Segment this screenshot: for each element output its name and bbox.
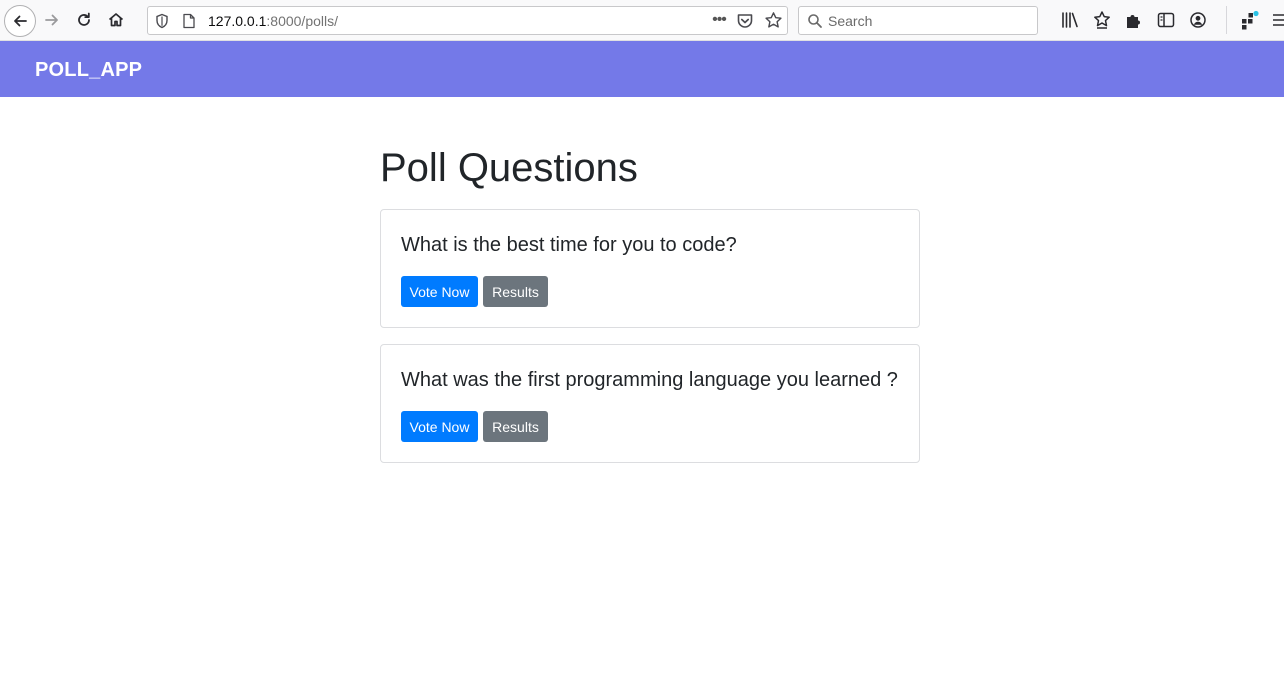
- page-actions-more-icon[interactable]: •••: [708, 10, 730, 32]
- library-icon[interactable]: [1060, 10, 1080, 30]
- account-icon[interactable]: [1188, 10, 1208, 30]
- poll-card: What was the first programming language …: [380, 344, 920, 463]
- brand-link[interactable]: POLL_APP: [35, 59, 142, 82]
- extensions-puzzle-icon[interactable]: [1124, 10, 1144, 30]
- search-icon: [808, 14, 822, 28]
- vote-now-button[interactable]: Vote Now: [401, 276, 478, 307]
- bookmark-star-icon[interactable]: [764, 11, 783, 30]
- url-path: :8000/polls/: [266, 13, 338, 29]
- vote-now-button[interactable]: Vote Now: [401, 411, 478, 442]
- toolbar-separator: [1226, 6, 1227, 34]
- addon-grid-icon[interactable]: [1240, 10, 1260, 30]
- url-host: 127.0.0.1: [208, 13, 267, 29]
- reload-button[interactable]: [70, 6, 98, 34]
- back-button[interactable]: [4, 5, 36, 37]
- bookmarks-star-icon[interactable]: [1092, 10, 1112, 30]
- pocket-icon[interactable]: [736, 12, 754, 30]
- home-button[interactable]: [102, 6, 130, 34]
- browser-toolbar: 127.0.0.1:8000/polls/ •••: [0, 0, 1284, 41]
- poll-card: What is the best time for you to code? V…: [380, 209, 920, 328]
- results-button[interactable]: Results: [483, 276, 548, 307]
- url-text[interactable]: 127.0.0.1:8000/polls/: [208, 13, 338, 29]
- home-icon: [108, 13, 124, 27]
- poll-question: What is the best time for you to code?: [401, 234, 737, 256]
- search-bar[interactable]: [798, 6, 1038, 35]
- back-arrow-icon: [14, 15, 27, 27]
- reload-icon: [78, 12, 90, 26]
- forward-arrow-icon: [45, 14, 58, 26]
- forward-button[interactable]: [38, 6, 66, 34]
- page-title: Poll Questions: [380, 146, 638, 190]
- menu-hamburger-icon[interactable]: [1270, 10, 1284, 30]
- app-navbar: POLL_APP: [0, 41, 1284, 97]
- sidebar-icon[interactable]: [1156, 10, 1176, 30]
- search-input[interactable]: [828, 12, 1028, 30]
- url-bar[interactable]: 127.0.0.1:8000/polls/ •••: [147, 6, 788, 35]
- shield-icon[interactable]: [154, 13, 170, 29]
- poll-question: What was the first programming language …: [401, 369, 898, 391]
- page-icon[interactable]: [182, 13, 196, 29]
- results-button[interactable]: Results: [483, 411, 548, 442]
